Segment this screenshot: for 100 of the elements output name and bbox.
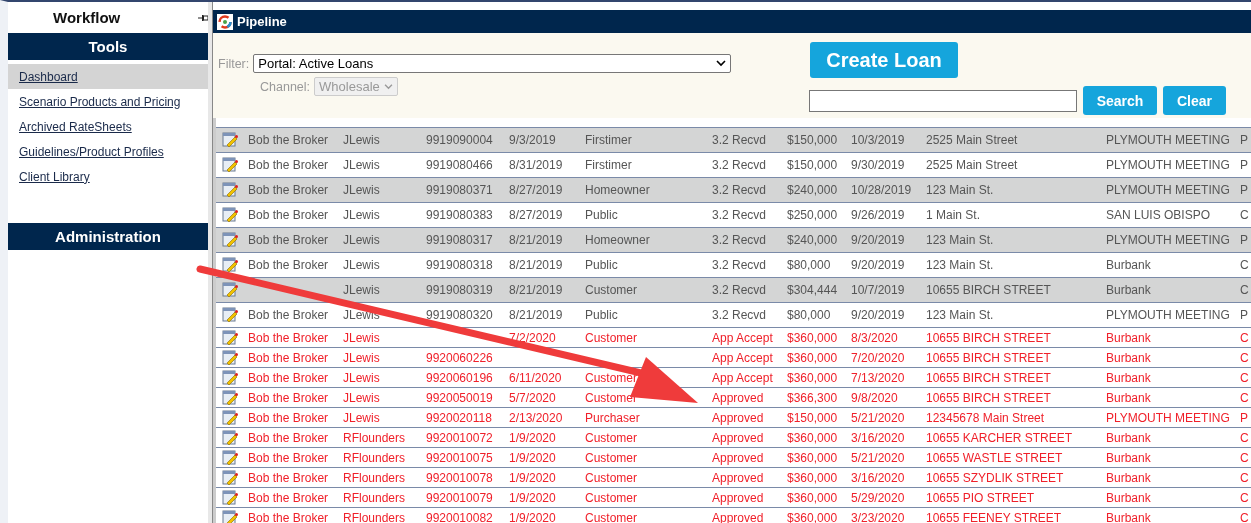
create-loan-button[interactable]: Create Loan — [810, 42, 958, 78]
table-cell-text: 10655 BIRCH STREET — [926, 350, 1052, 365]
table-cell-text: C — [1240, 490, 1250, 505]
table-row[interactable]: Bob the Broker RFlounders 9920010075 1/9/2020 Customer Approved $360,000 5/21/2020 10655 WASTLE STREET Burbank C — [216, 448, 1251, 468]
table-cell-text: Customer — [585, 330, 638, 345]
table-cell-text: Bob the Broker — [248, 330, 330, 345]
table-row[interactable]: Bob the Broker JLewis 9920060196 6/11/2020 Customer App Accept $360,000 7/13/2020 10655 BIRCH STREET Burbank C — [216, 368, 1251, 388]
sidebar-link[interactable]: Guidelines/Product Profiles — [8, 139, 208, 164]
table-cell-text: JLewis — [343, 283, 381, 297]
table-cell-text: Burbank — [1106, 370, 1152, 385]
table-cell-text: 9920010079 — [426, 490, 494, 505]
search-field[interactable] — [809, 89, 1077, 112]
sidebar-link[interactable]: Scenario Products and Pricing — [8, 89, 208, 114]
table-cell-text: Homeowner — [585, 233, 651, 247]
table-cell-text: C — [1240, 208, 1250, 222]
table-cell-text: 2525 Main Street — [926, 158, 1019, 172]
table-cell-text: JLewis — [343, 258, 381, 272]
table-cell-text: PLYMOUTH MEETING — [1106, 133, 1231, 147]
table-cell-text: 10655 BIRCH STREET — [926, 390, 1052, 405]
sidebar-link[interactable]: Dashboard — [8, 64, 208, 89]
table-row[interactable]: Bob the Broker JLewis 9919080371 8/27/2019 Homeowner 3.2 Recvd $240,000 10/28/2019 123 Main St. PLYMOUTH MEETING P — [216, 178, 1251, 203]
table-row[interactable]: Bob the Broker JLewis 9920020118 2/13/2020 Purchaser Approved $150,000 5/21/2020 12345678 Main Street PLYMOUTH MEETING P — [216, 408, 1251, 428]
edit-icon[interactable] — [222, 132, 238, 148]
table-cell-text: 3.2 Recvd — [712, 158, 768, 172]
table-row[interactable]: Bob the Broker JLewis 9919080317 8/21/2019 Homeowner 3.2 Recvd $240,000 9/20/2019 123 Main St. PLYMOUTH MEETING P — [216, 228, 1251, 253]
edit-icon[interactable] — [222, 282, 238, 298]
edit-icon[interactable] — [222, 409, 238, 426]
table-row[interactable]: Bob the Broker RFlounders 9920010078 1/9/2020 Customer Approved $360,000 3/16/2020 10655 SZYDLIK STREET Burbank C — [216, 468, 1251, 488]
edit-icon[interactable] — [222, 257, 238, 273]
table-cell-text: 8/27/2019 — [509, 183, 564, 197]
table-cell-text: $240,000 — [787, 233, 839, 247]
table-cell-text: RFlounders — [343, 430, 407, 445]
table-cell-text: C — [1240, 470, 1250, 485]
edit-icon[interactable] — [222, 349, 238, 366]
table-cell-text: 8/21/2019 — [509, 258, 564, 272]
table-cell-text: Bob the Broker — [248, 370, 330, 385]
table-cell-text: 9920020118 — [426, 410, 493, 425]
table-cell-text: Bob the Broker — [248, 258, 330, 272]
channel-label: Channel: — [260, 79, 311, 94]
edit-icon[interactable] — [222, 489, 238, 506]
table-cell-text: Customer — [585, 490, 638, 505]
table-cell-text: 1/9/2020 — [509, 450, 557, 465]
table-cell-text: JLewis — [343, 158, 381, 172]
edit-icon[interactable] — [222, 232, 238, 248]
table-cell-text: 1/9/2020 — [509, 490, 557, 505]
table-cell-text: C — [1240, 450, 1250, 465]
table-row[interactable]: Bob the Broker RFlounders 9920010079 1/9/2020 Customer Approved $360,000 5/29/2020 10655 PIO STREET Burbank C — [216, 488, 1251, 508]
edit-icon[interactable] — [222, 307, 238, 323]
sidebar-link[interactable]: Client Library — [8, 164, 208, 189]
edit-icon[interactable] — [222, 182, 238, 198]
edit-icon[interactable] — [222, 509, 238, 523]
edit-icon[interactable] — [222, 157, 238, 173]
table-row[interactable]: Bob the Broker RFlounders 9920010072 1/9/2020 Customer Approved $360,000 3/16/2020 10655 KARCHER STREET Burbank C — [216, 428, 1251, 448]
table-cell-text: 7/13/2020 — [851, 370, 906, 385]
table-cell-text: Burbank — [1106, 330, 1152, 345]
table-cell-text: $150,000 — [787, 410, 839, 425]
edit-icon[interactable] — [222, 469, 238, 486]
table-row[interactable]: Bob the Broker JLewis 9919090004 9/3/2019 Firstimer 3.2 Recvd $150,000 10/3/2019 2525 Main Street PLYMOUTH MEETING P — [216, 128, 1251, 153]
filter-dropdown[interactable]: Portal: Active Loans — [253, 54, 732, 73]
table-row[interactable]: JLewis 9919080319 8/21/2019 Customer 3.2 Recvd $304,444 10/7/2019 10655 BIRCH STREET Burbank C — [216, 278, 1251, 303]
table-cell-text: 9/8/2020 — [851, 390, 899, 405]
table-cell-text: 3.2 Recvd — [712, 283, 768, 297]
table-cell-text: C — [1240, 330, 1250, 345]
search-button[interactable]: Search — [1083, 86, 1157, 115]
table-cell-text: 1/9/2020 — [509, 470, 557, 485]
table-cell-text: Bob the Broker — [248, 490, 330, 505]
table-cell-text: PLYMOUTH MEETING — [1106, 183, 1231, 197]
table-cell-text: 5/7/2020 — [509, 390, 557, 405]
edit-icon[interactable] — [222, 389, 238, 406]
edit-icon[interactable] — [222, 369, 238, 386]
table-cell-text: Bob the Broker — [248, 450, 330, 465]
table-cell-text: Public — [585, 208, 619, 222]
table-cell-text: $250,000 — [787, 208, 839, 222]
table-cell-text: Approved — [712, 450, 765, 465]
pin-icon[interactable] — [198, 13, 208, 22]
table-cell-text: 1/9/2020 — [509, 430, 557, 445]
table-cell-text: 7/2/2020 — [509, 330, 557, 345]
table-row[interactable]: Bob the Broker JLewis 9920060226 App Accept $360,000 7/20/2020 10655 BIRCH STREET Burbank C — [216, 348, 1251, 368]
table-cell-text: 3.2 Recvd — [712, 133, 768, 147]
edit-icon[interactable] — [222, 449, 238, 466]
table-row[interactable]: Bob the Broker JLewis 7/2/2020 Customer App Accept $360,000 8/3/2020 10655 BIRCH STREET Burbank C — [216, 328, 1251, 348]
table-cell-text: 10655 BIRCH STREET — [926, 370, 1052, 385]
sidebar-link[interactable]: Archived RateSheets — [8, 114, 208, 139]
section-header: Administration — [8, 223, 208, 250]
table-cell-text: 1/9/2020 — [509, 510, 557, 523]
table-cell-text: 5/21/2020 — [851, 450, 906, 465]
table-cell-text: $366,300 — [787, 390, 839, 405]
clear-button[interactable]: Clear — [1163, 86, 1226, 115]
table-cell-text: 9920060196 — [426, 370, 494, 385]
edit-icon[interactable] — [222, 207, 238, 223]
edit-icon[interactable] — [222, 329, 238, 346]
table-cell-text: 3.2 Recvd — [712, 258, 768, 272]
edit-icon[interactable] — [222, 429, 238, 446]
table-cell-text: P — [1240, 308, 1249, 322]
table-cell-text: Burbank — [1106, 450, 1152, 465]
table-cell-text: 9/20/2019 — [851, 308, 906, 322]
table-cell-text: Approved — [712, 470, 765, 485]
table-cell-text: Burbank — [1106, 258, 1152, 272]
table-cell-text: 10655 PIO STREET — [926, 490, 1036, 505]
table-cell-text: Firstimer — [585, 158, 633, 172]
